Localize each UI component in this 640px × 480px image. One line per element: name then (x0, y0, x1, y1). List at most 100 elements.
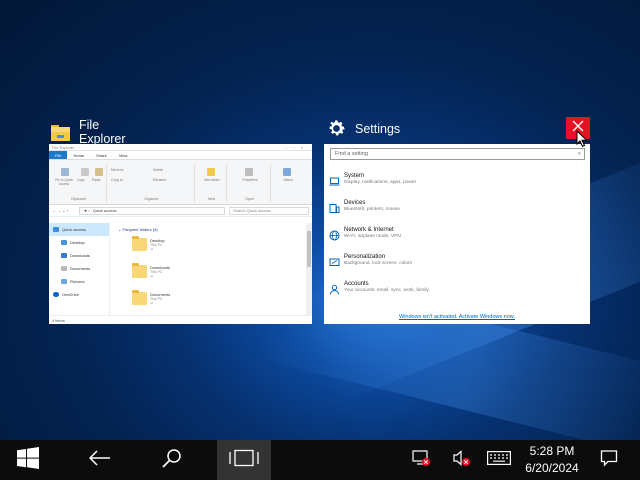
network-disconnected-icon (411, 449, 431, 472)
fe-move-to-label: Move to (111, 168, 124, 172)
fe-frequent-header: ⌄ Frequent folders (4) (118, 227, 158, 232)
settings-item-title: Personalization (344, 254, 386, 260)
settings-item-title: Network & Internet (344, 227, 394, 233)
fe-properties-label: Properties (242, 178, 258, 182)
pin-icon: ⊿ (150, 274, 153, 278)
fe-tab-share: Share (96, 152, 107, 158)
fe-title-bar: File Explorer –▫× (49, 144, 312, 151)
paintbrush-icon (329, 255, 340, 266)
fe-select-label: Select (283, 178, 293, 182)
settings-item-personalization: Personalization Background, lock screen, … (327, 254, 586, 276)
settings-item-subtitle: Wi-Fi, airplane mode, VPN (344, 234, 401, 239)
fe-nav-item: Downloads (49, 249, 109, 262)
pin-icon: ⊿ (150, 247, 153, 251)
start-button[interactable] (8, 440, 48, 480)
fe-status-text: 4 items (52, 317, 65, 323)
keyboard-icon (487, 450, 511, 470)
settings-search-box: Find a setting ⌕ (330, 148, 585, 160)
fe-nav-label: Desktop (70, 240, 85, 245)
volume-tray-button[interactable] (446, 440, 476, 480)
fe-address-bar: ★ › Quick access (78, 206, 225, 215)
settings-item-subtitle: Background, lock screen, colors (344, 261, 412, 266)
file-explorer-icon (50, 122, 71, 143)
settings-card-header: Settings (326, 118, 400, 139)
settings-thumbnail[interactable]: Find a setting ⌕ System Display, notifica… (324, 144, 590, 324)
fe-copy-label: Copy (77, 178, 85, 182)
fe-title-text: File Explorer (52, 144, 75, 150)
fe-folder-item: Desktop This PC ⊿ (112, 236, 305, 263)
fe-new-folder-label: New folder (204, 178, 220, 182)
fe-folder-item: Documents This PC ⊿ (112, 290, 305, 317)
fe-delete-label: Delete (153, 168, 164, 172)
fe-body: Quick access Desktop Downloads Documents… (49, 223, 312, 315)
fe-nav-label: Downloads (70, 253, 90, 258)
fe-group-new: New folder New (197, 164, 227, 202)
paste-icon (95, 168, 103, 176)
action-center-button[interactable] (594, 440, 624, 480)
fe-ribbon: Pin to Quick access Copy Paste Clipboard… (49, 160, 312, 205)
fe-folder-item: Downloads This PC ⊿ (112, 263, 305, 290)
fe-frequent-header-text: Frequent folders (4) (122, 227, 158, 232)
settings-item-subtitle: Your accounts, email, sync, work, family (344, 288, 429, 293)
fe-copy-to-label: Copy to (111, 178, 124, 182)
new-folder-icon (207, 168, 215, 176)
settings-card-title: Settings (355, 121, 401, 136)
settings-item-devices: Devices Bluetooth, printers, mouse (327, 200, 586, 222)
properties-icon (245, 168, 253, 176)
fe-group-label: Open (245, 197, 254, 201)
fe-search-box: Search Quick access (229, 206, 309, 215)
settings-item-accounts: Accounts Your accounts, email, sync, work… (327, 281, 586, 303)
fe-nav-item: Documents (49, 262, 109, 275)
fe-group-organize: Move to Copy to Delete Rename Organize (109, 164, 195, 202)
fe-pin-label: Pin to Quick access (55, 178, 73, 186)
back-button[interactable] (80, 440, 120, 480)
fe-nav-item: Desktop (49, 236, 109, 249)
fe-address-row: ← → ⌄ ↑ ★ › Quick access Search Quick ac… (49, 205, 312, 217)
fe-nav-item: OneDrive (49, 288, 109, 301)
network-tray-button[interactable] (406, 440, 436, 480)
person-icon (329, 282, 340, 295)
fe-tab-home: Home (73, 152, 85, 158)
activate-windows-link: Windows isn't activated. Activate Window… (399, 314, 515, 320)
fe-window-controls: –▫× (285, 144, 309, 150)
fe-ribbon-tabs: File Home Share View (49, 151, 312, 160)
fe-rename-label: Rename (153, 178, 167, 182)
settings-item-title: Accounts (344, 281, 369, 287)
settings-item-network: Network & Internet Wi-Fi, airplane mode, … (327, 227, 586, 249)
action-center-icon (600, 449, 618, 472)
gear-icon (326, 118, 347, 139)
fe-content-pane: ⌄ Frequent folders (4) Desktop This PC ⊿ D… (112, 223, 305, 315)
taskbar-clock[interactable]: 5:28 PM 6/20/2024 (514, 441, 590, 479)
star-icon: ★ › (83, 208, 90, 213)
fe-group-select: Select (273, 164, 303, 202)
fe-group-label: Organize (144, 197, 159, 201)
fe-scrollbar (306, 223, 312, 315)
clock-time: 5:28 PM (529, 444, 575, 458)
devices-icon (329, 201, 340, 213)
search-button[interactable] (152, 440, 192, 480)
fe-search-text: Search Quick access (233, 208, 271, 213)
fe-nav-label: OneDrive (62, 292, 79, 297)
task-view-button[interactable] (217, 440, 271, 480)
touch-keyboard-button[interactable] (484, 440, 514, 480)
fe-nav-item: Pictures (49, 275, 109, 288)
settings-search-text: Find a setting (335, 151, 369, 157)
fe-navigation-pane: Quick access Desktop Downloads Documents… (49, 223, 110, 315)
task-view-icon (228, 449, 260, 472)
fe-tab-view: View (118, 152, 128, 158)
fe-nav-arrows-icon: ← → ⌄ ↑ (52, 208, 69, 213)
settings-item-title: Devices (344, 200, 366, 206)
file-explorer-thumbnail[interactable]: File Explorer –▫× File Home Share View P… (49, 144, 312, 324)
onedrive-icon (53, 292, 59, 297)
fe-nav-item: Quick access (49, 223, 109, 236)
fe-group-label: Clipboard (71, 197, 86, 201)
mouse-cursor (576, 129, 588, 153)
settings-item-system: System Display, notifications, apps, powe… (327, 173, 586, 195)
select-icon (283, 168, 291, 176)
windows-start-icon (17, 446, 39, 474)
copy-icon (81, 168, 89, 176)
folder-icon (132, 236, 147, 251)
fe-paste-label: Paste (92, 178, 101, 182)
fe-group-label: New (207, 197, 215, 201)
search-icon (162, 448, 182, 473)
